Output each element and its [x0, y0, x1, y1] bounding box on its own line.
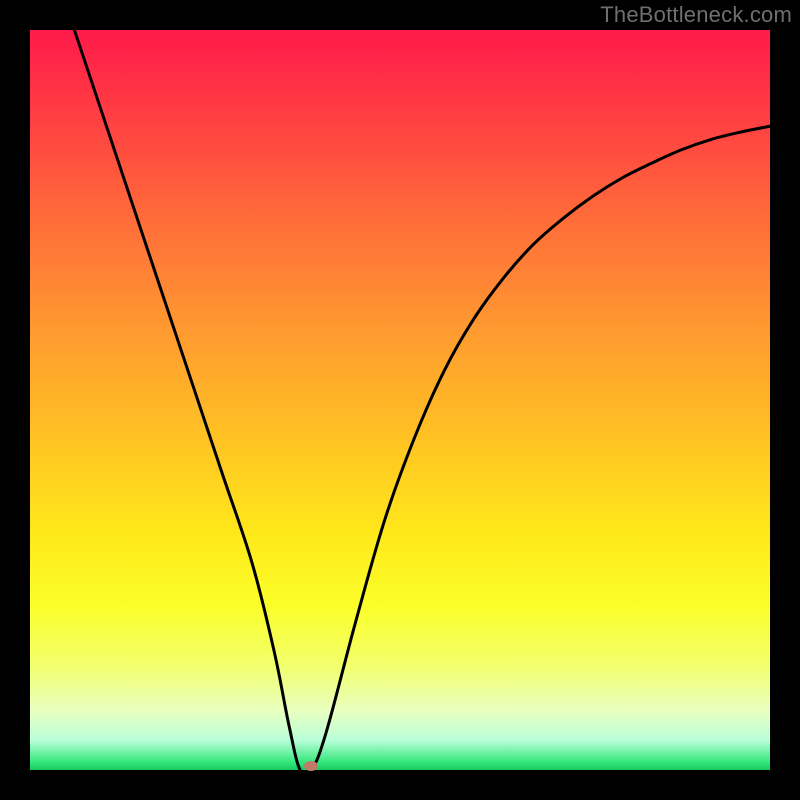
chart-plot-area — [30, 30, 770, 770]
bottleneck-curve — [30, 30, 770, 770]
watermark-text: TheBottleneck.com — [600, 2, 792, 28]
optimal-point-marker — [304, 761, 318, 771]
